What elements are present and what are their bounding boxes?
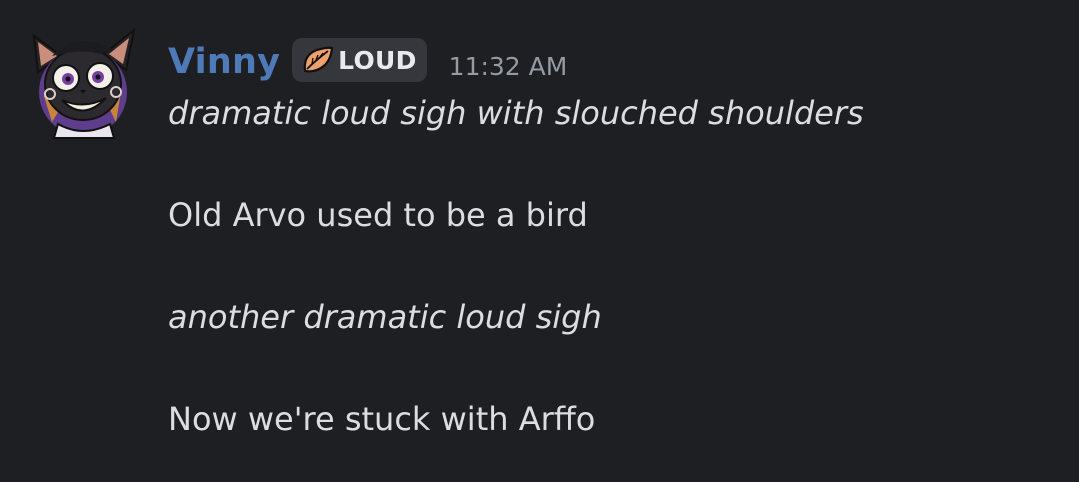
message-line: Old Arvo used to be a bird	[168, 196, 588, 234]
role-tag-label: LOUD	[338, 45, 417, 75]
leaf-icon	[301, 45, 335, 75]
message-line: Now we're stuck with Arffo	[168, 400, 596, 438]
avatar[interactable]	[22, 26, 144, 140]
timestamp[interactable]: 11:32 AM	[449, 52, 568, 81]
username[interactable]: Vinny	[168, 42, 280, 82]
chat-message: Vinny LOUD 11:32 AM dramatic loud sigh w…	[0, 0, 1079, 482]
cat-avatar-icon	[32, 27, 136, 139]
message-content: dramatic loud sigh with slouched shoulde…	[168, 88, 1058, 445]
message-line: another dramatic loud sigh	[168, 298, 602, 336]
message-line: dramatic loud sigh with slouched shoulde…	[168, 94, 864, 132]
role-tag[interactable]: LOUD	[292, 38, 427, 82]
message-header: Vinny LOUD 11:32 AM	[168, 36, 567, 88]
